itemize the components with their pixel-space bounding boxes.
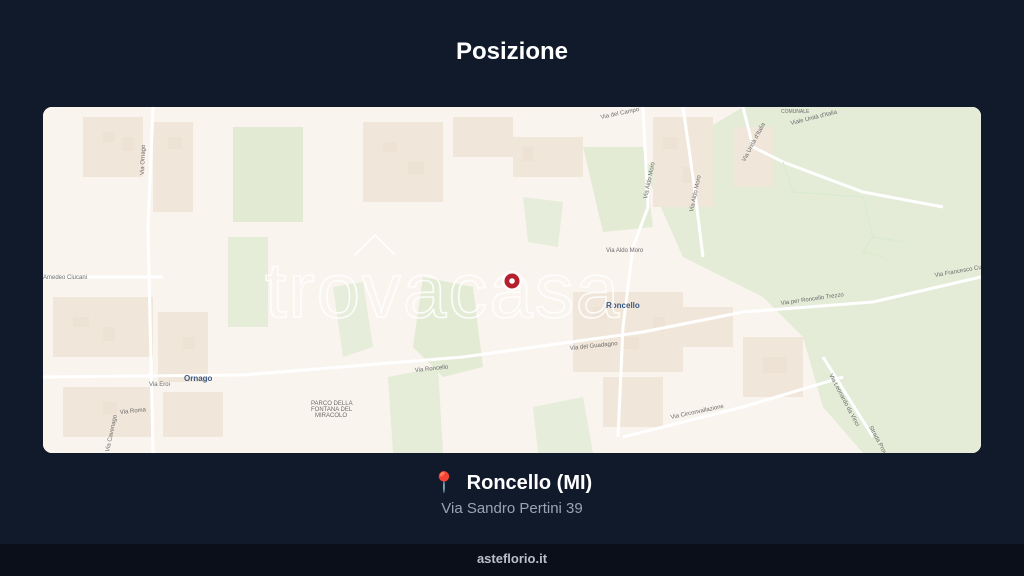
green-patch — [533, 397, 593, 453]
map-canvas: Via Ornago Amedeo Ciucani Ornago Via Ero… — [43, 107, 981, 453]
green-patch — [233, 127, 303, 222]
pin-icon: 📍 — [431, 472, 457, 494]
page-title: Posizione — [455, 38, 569, 65]
map-label-comunale: COMUNALE — [781, 109, 810, 115]
green-patch — [523, 197, 563, 247]
map-view[interactable]: Via Ornago Amedeo Ciucani Ornago Via Ero… — [43, 107, 981, 453]
green-patch — [388, 367, 443, 453]
green-patch — [228, 237, 268, 327]
watermark-text: trovacasa — [265, 246, 621, 334]
footer-brand[interactable]: asteflorio.it — [477, 551, 547, 566]
footer-bar: asteflorio.it — [0, 544, 1024, 576]
map-label-via-eroi: Via Eroi — [149, 382, 170, 388]
map-label-parco-3: MIRACOLO — [315, 413, 347, 419]
location-heading: 📍 Roncello (MI) — [0, 470, 1024, 495]
map-label-ornago: Ornago — [184, 374, 213, 383]
location-address: Via Sandro Pertini 39 — [441, 500, 583, 517]
location-city: Roncello (MI) — [466, 472, 593, 494]
location-marker-icon[interactable] — [502, 271, 522, 291]
map-label-via-ornago: Via Ornago — [140, 144, 147, 175]
map-label-amedeo: Amedeo Ciucani — [43, 275, 87, 281]
